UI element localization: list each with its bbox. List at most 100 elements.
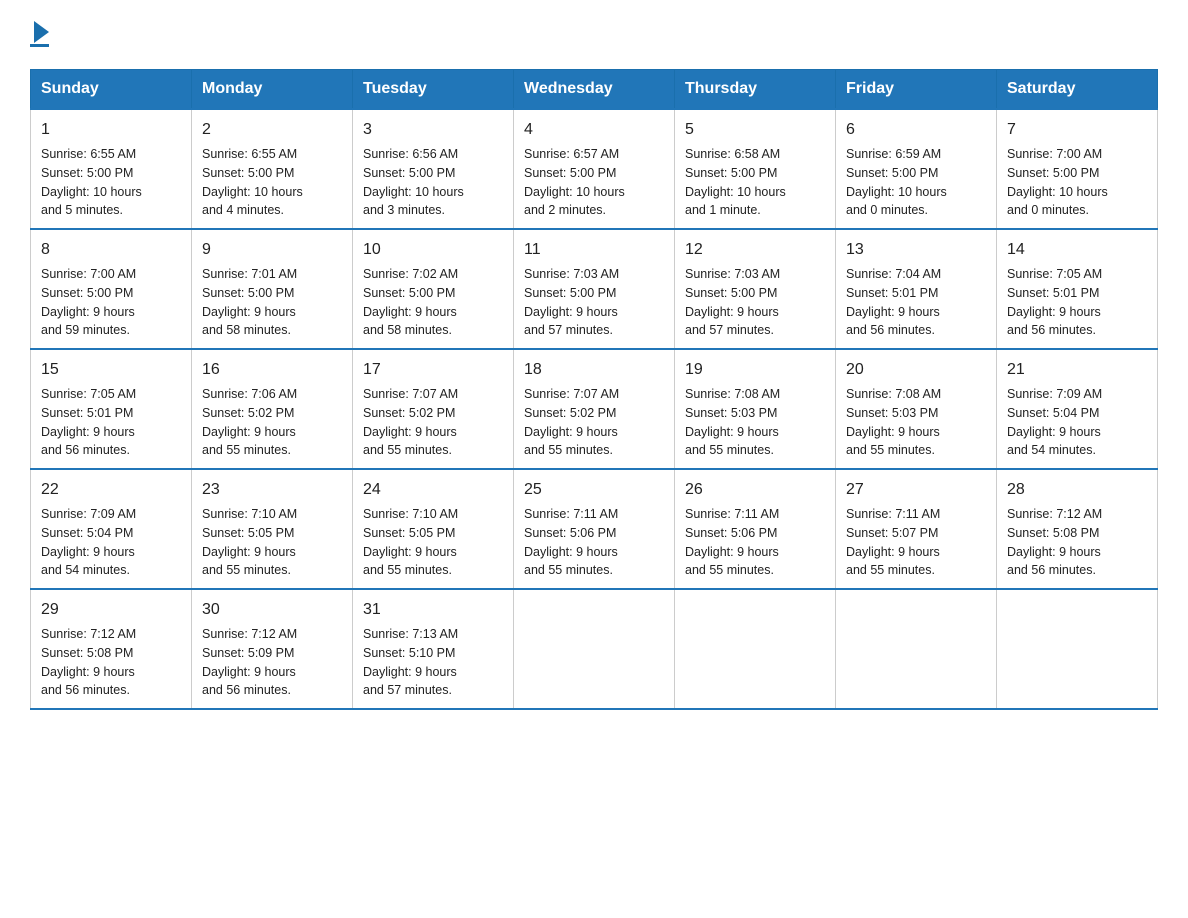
calendar-day-cell bbox=[514, 589, 675, 709]
day-number: 14 bbox=[1007, 238, 1147, 262]
calendar-week-row: 8 Sunrise: 7:00 AMSunset: 5:00 PMDayligh… bbox=[31, 229, 1158, 349]
day-info: Sunrise: 6:55 AMSunset: 5:00 PMDaylight:… bbox=[41, 147, 142, 217]
day-number: 17 bbox=[363, 358, 503, 382]
calendar-day-cell: 23 Sunrise: 7:10 AMSunset: 5:05 PMDaylig… bbox=[192, 469, 353, 589]
day-info: Sunrise: 7:11 AMSunset: 5:06 PMDaylight:… bbox=[524, 507, 618, 577]
calendar-day-cell: 26 Sunrise: 7:11 AMSunset: 5:06 PMDaylig… bbox=[675, 469, 836, 589]
calendar-day-cell: 10 Sunrise: 7:02 AMSunset: 5:00 PMDaylig… bbox=[353, 229, 514, 349]
logo bbox=[30, 20, 49, 49]
calendar-day-cell: 22 Sunrise: 7:09 AMSunset: 5:04 PMDaylig… bbox=[31, 469, 192, 589]
day-number: 10 bbox=[363, 238, 503, 262]
day-info: Sunrise: 7:11 AMSunset: 5:07 PMDaylight:… bbox=[846, 507, 940, 577]
day-number: 7 bbox=[1007, 118, 1147, 142]
day-number: 29 bbox=[41, 598, 181, 622]
day-number: 24 bbox=[363, 478, 503, 502]
calendar-day-cell: 20 Sunrise: 7:08 AMSunset: 5:03 PMDaylig… bbox=[836, 349, 997, 469]
calendar-week-row: 22 Sunrise: 7:09 AMSunset: 5:04 PMDaylig… bbox=[31, 469, 1158, 589]
weekday-header-wednesday: Wednesday bbox=[514, 70, 675, 110]
day-info: Sunrise: 6:57 AMSunset: 5:00 PMDaylight:… bbox=[524, 147, 625, 217]
day-info: Sunrise: 7:08 AMSunset: 5:03 PMDaylight:… bbox=[685, 387, 780, 457]
day-number: 1 bbox=[41, 118, 181, 142]
day-number: 26 bbox=[685, 478, 825, 502]
day-number: 30 bbox=[202, 598, 342, 622]
day-number: 18 bbox=[524, 358, 664, 382]
weekday-header-sunday: Sunday bbox=[31, 70, 192, 110]
day-info: Sunrise: 7:10 AMSunset: 5:05 PMDaylight:… bbox=[202, 507, 297, 577]
calendar-day-cell: 28 Sunrise: 7:12 AMSunset: 5:08 PMDaylig… bbox=[997, 469, 1158, 589]
day-number: 20 bbox=[846, 358, 986, 382]
calendar-day-cell: 3 Sunrise: 6:56 AMSunset: 5:00 PMDayligh… bbox=[353, 109, 514, 229]
calendar-day-cell: 5 Sunrise: 6:58 AMSunset: 5:00 PMDayligh… bbox=[675, 109, 836, 229]
day-info: Sunrise: 7:11 AMSunset: 5:06 PMDaylight:… bbox=[685, 507, 779, 577]
day-info: Sunrise: 6:59 AMSunset: 5:00 PMDaylight:… bbox=[846, 147, 947, 217]
calendar-day-cell: 17 Sunrise: 7:07 AMSunset: 5:02 PMDaylig… bbox=[353, 349, 514, 469]
calendar-day-cell: 30 Sunrise: 7:12 AMSunset: 5:09 PMDaylig… bbox=[192, 589, 353, 709]
day-number: 11 bbox=[524, 238, 664, 262]
day-number: 12 bbox=[685, 238, 825, 262]
calendar-day-cell bbox=[997, 589, 1158, 709]
day-number: 25 bbox=[524, 478, 664, 502]
calendar-day-cell: 1 Sunrise: 6:55 AMSunset: 5:00 PMDayligh… bbox=[31, 109, 192, 229]
day-number: 21 bbox=[1007, 358, 1147, 382]
day-info: Sunrise: 7:03 AMSunset: 5:00 PMDaylight:… bbox=[685, 267, 780, 337]
day-number: 16 bbox=[202, 358, 342, 382]
day-number: 28 bbox=[1007, 478, 1147, 502]
calendar-week-row: 15 Sunrise: 7:05 AMSunset: 5:01 PMDaylig… bbox=[31, 349, 1158, 469]
calendar-day-cell: 18 Sunrise: 7:07 AMSunset: 5:02 PMDaylig… bbox=[514, 349, 675, 469]
day-info: Sunrise: 7:12 AMSunset: 5:09 PMDaylight:… bbox=[202, 627, 297, 697]
calendar-day-cell: 9 Sunrise: 7:01 AMSunset: 5:00 PMDayligh… bbox=[192, 229, 353, 349]
weekday-header-monday: Monday bbox=[192, 70, 353, 110]
day-info: Sunrise: 6:56 AMSunset: 5:00 PMDaylight:… bbox=[363, 147, 464, 217]
calendar-week-row: 1 Sunrise: 6:55 AMSunset: 5:00 PMDayligh… bbox=[31, 109, 1158, 229]
logo-arrow-icon bbox=[34, 21, 49, 43]
day-number: 2 bbox=[202, 118, 342, 142]
day-info: Sunrise: 7:12 AMSunset: 5:08 PMDaylight:… bbox=[1007, 507, 1102, 577]
calendar-day-cell: 25 Sunrise: 7:11 AMSunset: 5:06 PMDaylig… bbox=[514, 469, 675, 589]
day-info: Sunrise: 7:07 AMSunset: 5:02 PMDaylight:… bbox=[363, 387, 458, 457]
day-number: 9 bbox=[202, 238, 342, 262]
day-number: 27 bbox=[846, 478, 986, 502]
day-info: Sunrise: 7:00 AMSunset: 5:00 PMDaylight:… bbox=[1007, 147, 1108, 217]
calendar-day-cell: 13 Sunrise: 7:04 AMSunset: 5:01 PMDaylig… bbox=[836, 229, 997, 349]
day-number: 6 bbox=[846, 118, 986, 142]
day-number: 5 bbox=[685, 118, 825, 142]
calendar-day-cell: 24 Sunrise: 7:10 AMSunset: 5:05 PMDaylig… bbox=[353, 469, 514, 589]
day-number: 8 bbox=[41, 238, 181, 262]
day-info: Sunrise: 7:04 AMSunset: 5:01 PMDaylight:… bbox=[846, 267, 941, 337]
day-number: 31 bbox=[363, 598, 503, 622]
calendar-day-cell: 14 Sunrise: 7:05 AMSunset: 5:01 PMDaylig… bbox=[997, 229, 1158, 349]
day-info: Sunrise: 7:09 AMSunset: 5:04 PMDaylight:… bbox=[41, 507, 136, 577]
day-number: 15 bbox=[41, 358, 181, 382]
day-info: Sunrise: 7:12 AMSunset: 5:08 PMDaylight:… bbox=[41, 627, 136, 697]
day-info: Sunrise: 7:01 AMSunset: 5:00 PMDaylight:… bbox=[202, 267, 297, 337]
weekday-header-friday: Friday bbox=[836, 70, 997, 110]
calendar-day-cell: 31 Sunrise: 7:13 AMSunset: 5:10 PMDaylig… bbox=[353, 589, 514, 709]
day-info: Sunrise: 7:05 AMSunset: 5:01 PMDaylight:… bbox=[1007, 267, 1102, 337]
calendar-day-cell: 8 Sunrise: 7:00 AMSunset: 5:00 PMDayligh… bbox=[31, 229, 192, 349]
calendar-day-cell: 19 Sunrise: 7:08 AMSunset: 5:03 PMDaylig… bbox=[675, 349, 836, 469]
day-info: Sunrise: 7:10 AMSunset: 5:05 PMDaylight:… bbox=[363, 507, 458, 577]
calendar-week-row: 29 Sunrise: 7:12 AMSunset: 5:08 PMDaylig… bbox=[31, 589, 1158, 709]
day-number: 13 bbox=[846, 238, 986, 262]
day-info: Sunrise: 7:08 AMSunset: 5:03 PMDaylight:… bbox=[846, 387, 941, 457]
day-info: Sunrise: 7:02 AMSunset: 5:00 PMDaylight:… bbox=[363, 267, 458, 337]
weekday-header-tuesday: Tuesday bbox=[353, 70, 514, 110]
day-info: Sunrise: 7:06 AMSunset: 5:02 PMDaylight:… bbox=[202, 387, 297, 457]
page-header bbox=[30, 20, 1158, 49]
calendar-day-cell bbox=[836, 589, 997, 709]
day-number: 22 bbox=[41, 478, 181, 502]
calendar-day-cell: 21 Sunrise: 7:09 AMSunset: 5:04 PMDaylig… bbox=[997, 349, 1158, 469]
day-info: Sunrise: 6:55 AMSunset: 5:00 PMDaylight:… bbox=[202, 147, 303, 217]
calendar-day-cell: 11 Sunrise: 7:03 AMSunset: 5:00 PMDaylig… bbox=[514, 229, 675, 349]
calendar-day-cell: 29 Sunrise: 7:12 AMSunset: 5:08 PMDaylig… bbox=[31, 589, 192, 709]
day-info: Sunrise: 7:00 AMSunset: 5:00 PMDaylight:… bbox=[41, 267, 136, 337]
calendar-day-cell: 12 Sunrise: 7:03 AMSunset: 5:00 PMDaylig… bbox=[675, 229, 836, 349]
day-info: Sunrise: 7:09 AMSunset: 5:04 PMDaylight:… bbox=[1007, 387, 1102, 457]
day-info: Sunrise: 7:13 AMSunset: 5:10 PMDaylight:… bbox=[363, 627, 458, 697]
day-info: Sunrise: 7:05 AMSunset: 5:01 PMDaylight:… bbox=[41, 387, 136, 457]
calendar-day-cell: 16 Sunrise: 7:06 AMSunset: 5:02 PMDaylig… bbox=[192, 349, 353, 469]
day-number: 23 bbox=[202, 478, 342, 502]
calendar-day-cell: 2 Sunrise: 6:55 AMSunset: 5:00 PMDayligh… bbox=[192, 109, 353, 229]
day-number: 3 bbox=[363, 118, 503, 142]
calendar-day-cell: 27 Sunrise: 7:11 AMSunset: 5:07 PMDaylig… bbox=[836, 469, 997, 589]
